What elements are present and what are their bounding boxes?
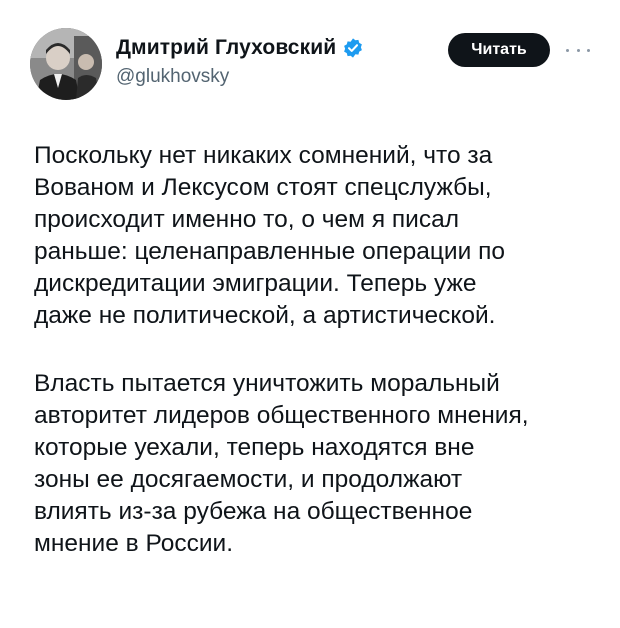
more-dot xyxy=(566,48,569,52)
verified-badge-icon xyxy=(342,37,364,59)
display-name[interactable]: Дмитрий Глуховский xyxy=(116,36,336,60)
more-dot xyxy=(587,48,590,52)
tweet-paragraph: Поскольку нет никаких сомнений, что за В… xyxy=(34,142,505,329)
name-row: Дмитрий Глуховский xyxy=(116,34,364,62)
tweet-text: Поскольку нет никаких сомнений, что за В… xyxy=(34,140,604,560)
more-dot xyxy=(576,48,580,52)
tweet-card: Дмитрий Глуховский @glukhovsky Читать По… xyxy=(0,0,620,628)
more-horizontal-icon[interactable] xyxy=(566,40,590,60)
tweet-paragraph: Власть пытается уничтожить моральный авт… xyxy=(34,370,529,557)
avatar[interactable] xyxy=(30,28,102,100)
avatar-photo-icon xyxy=(30,28,102,100)
follow-button[interactable]: Читать xyxy=(448,33,550,67)
author-info: Дмитрий Глуховский @glukhovsky xyxy=(116,34,364,88)
handle[interactable]: @glukhovsky xyxy=(116,66,364,88)
